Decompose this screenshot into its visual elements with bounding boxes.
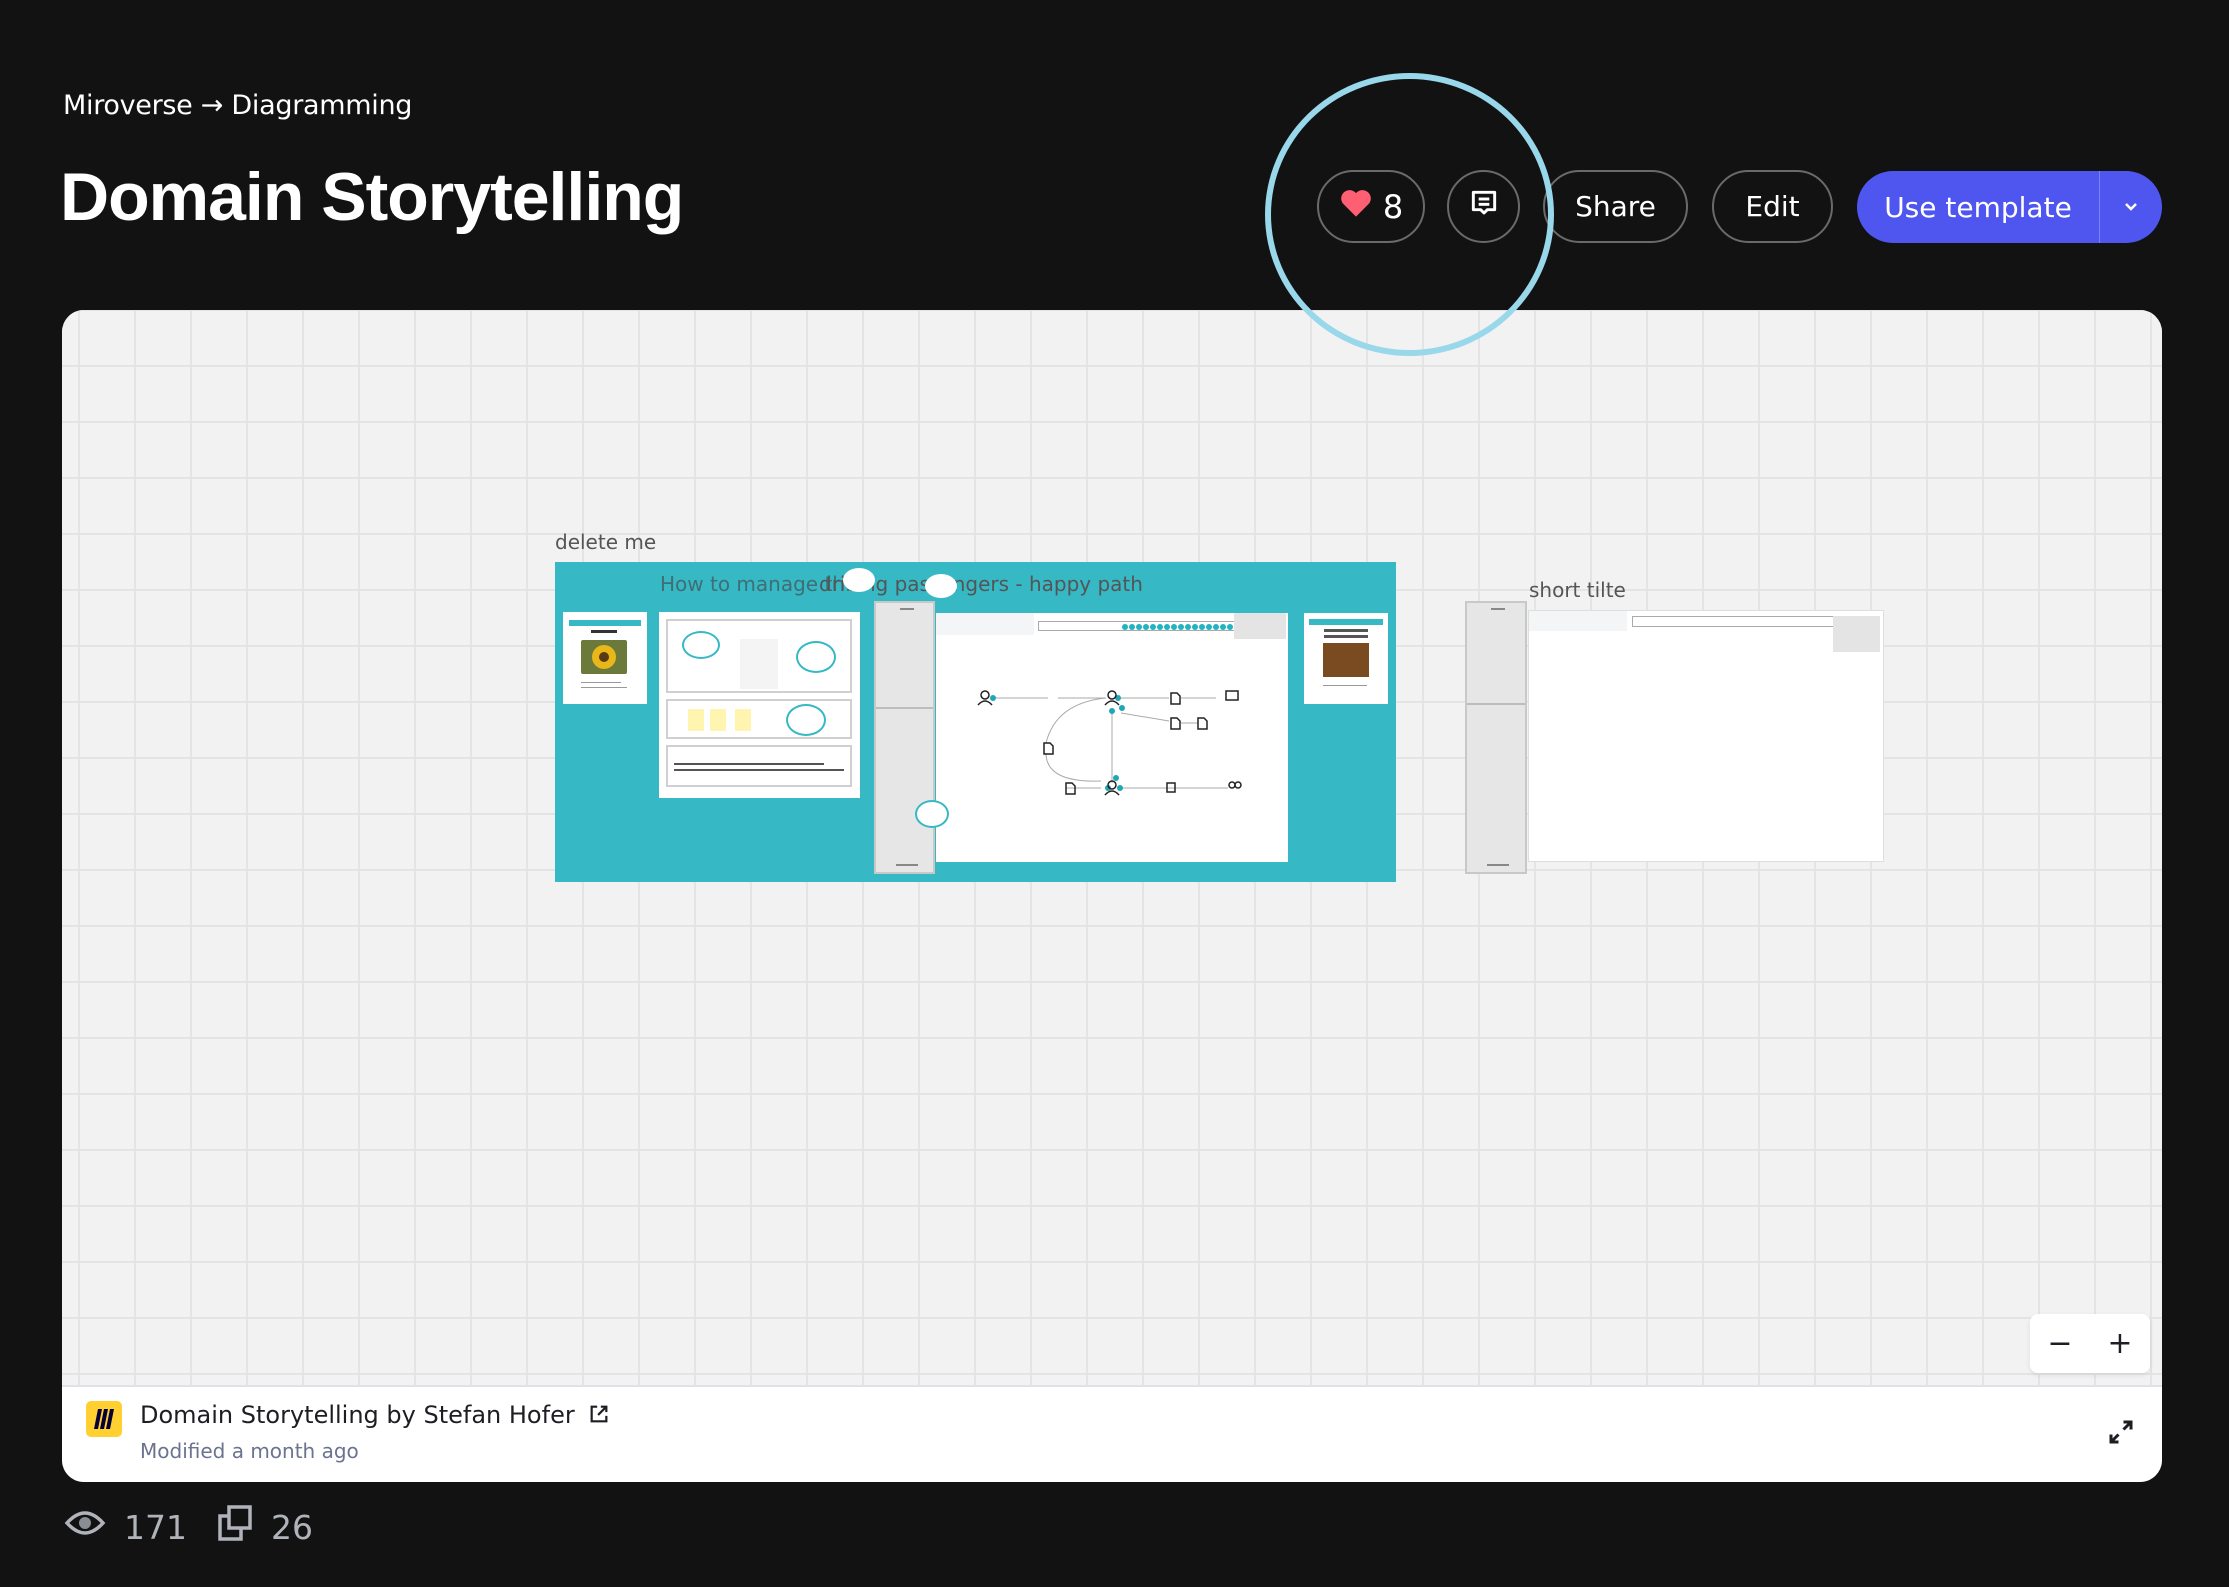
copy-icon [217,1504,253,1550]
story-diagram-graphic [977,690,1242,796]
miro-logo-icon [86,1401,122,1437]
zoom-out-button[interactable]: − [2040,1328,2080,1359]
breadcrumb: Miroverse → Diagramming [63,90,412,121]
intro-card[interactable] [563,612,647,704]
story-diagram[interactable] [936,613,1288,862]
stats-row: 171 26 [64,1504,343,1550]
view-count: 171 [124,1507,187,1547]
template-options-dropdown[interactable] [2100,171,2162,243]
comment-button[interactable] [1447,170,1520,243]
copy-count: 26 [271,1507,313,1547]
edit-button[interactable]: Edit [1712,170,1833,243]
sunflower-image [581,640,627,674]
how-to-card[interactable] [659,612,860,798]
speech-bubble [843,568,875,592]
use-template-button[interactable]: Use template [1857,171,2099,243]
breadcrumb-diagramming[interactable]: Diagramming [231,90,412,121]
zoom-in-button[interactable]: + [2100,1328,2140,1359]
comment-icon [1468,187,1500,226]
expand-icon [2106,1420,2136,1451]
eye-icon [64,1507,106,1547]
legend-panel-2[interactable] [1465,601,1527,874]
speech-bubble [925,574,957,598]
fullscreen-button[interactable] [2106,1417,2136,1451]
modified-date: Modified a month ago [140,1439,359,1463]
board-link[interactable]: Domain Storytelling by Stefan Hofer [140,1401,610,1429]
heart-icon [1339,188,1373,225]
frame-label-delete-me: delete me [555,530,657,554]
support-image [1323,643,1369,677]
breadcrumb-miroverse[interactable]: Miroverse [63,90,193,121]
like-button[interactable]: 8 [1317,170,1425,243]
page-title: Domain Storytelling [60,159,684,235]
board-title: Domain Storytelling by Stefan Hofer [140,1401,575,1429]
zoom-controls: − + [2030,1314,2150,1373]
board-preview: delete me How to manage th... driving pa… [62,310,2162,1482]
support-card[interactable] [1304,613,1388,704]
use-template-split-button: Use template [1857,171,2162,243]
board-canvas[interactable]: delete me How to manage th... driving pa… [62,310,2162,1387]
board-footer: Domain Storytelling by Stefan Hofer Modi… [62,1385,2162,1482]
breadcrumb-separator: → [200,90,224,121]
share-button[interactable]: Share [1543,170,1688,243]
teal-frame[interactable]: How to manage th... driving passengers -… [555,562,1396,882]
like-count: 8 [1382,187,1404,226]
frame-label-short-tilte: short tilte [1529,578,1626,602]
speech-bubble [915,800,949,828]
chevron-down-icon [2123,198,2139,217]
legend-panel[interactable] [874,601,935,874]
external-link-icon [582,1401,610,1429]
empty-story-canvas[interactable] [1528,610,1884,862]
